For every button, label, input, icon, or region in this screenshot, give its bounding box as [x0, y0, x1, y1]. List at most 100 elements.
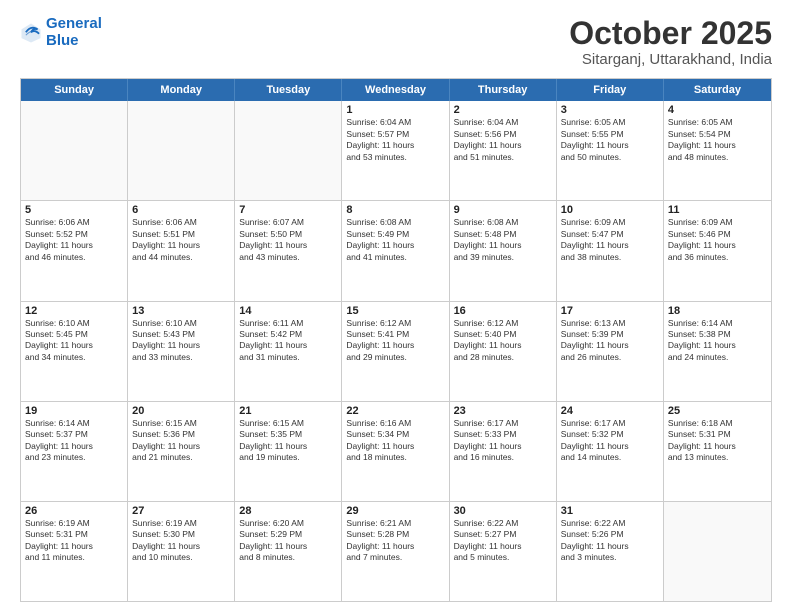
day-info: Sunrise: 6:08 AM Sunset: 5:48 PM Dayligh… [454, 217, 552, 263]
day-number: 28 [239, 505, 337, 517]
week-row-1: 1Sunrise: 6:04 AM Sunset: 5:57 PM Daylig… [21, 101, 771, 201]
day-info: Sunrise: 6:18 AM Sunset: 5:31 PM Dayligh… [668, 418, 767, 464]
day-number: 17 [561, 305, 659, 317]
day-info: Sunrise: 6:16 AM Sunset: 5:34 PM Dayligh… [346, 418, 444, 464]
calendar-body: 1Sunrise: 6:04 AM Sunset: 5:57 PM Daylig… [21, 101, 771, 601]
day-cell-26: 26Sunrise: 6:19 AM Sunset: 5:31 PM Dayli… [21, 502, 128, 601]
day-info: Sunrise: 6:06 AM Sunset: 5:52 PM Dayligh… [25, 217, 123, 263]
calendar: SundayMondayTuesdayWednesdayThursdayFrid… [20, 78, 772, 602]
week-row-3: 12Sunrise: 6:10 AM Sunset: 5:45 PM Dayli… [21, 302, 771, 402]
day-number: 11 [668, 204, 767, 216]
day-number: 16 [454, 305, 552, 317]
day-info: Sunrise: 6:06 AM Sunset: 5:51 PM Dayligh… [132, 217, 230, 263]
month-title: October 2025 [569, 16, 772, 51]
day-info: Sunrise: 6:10 AM Sunset: 5:43 PM Dayligh… [132, 318, 230, 364]
day-cell-14: 14Sunrise: 6:11 AM Sunset: 5:42 PM Dayli… [235, 302, 342, 401]
week-row-4: 19Sunrise: 6:14 AM Sunset: 5:37 PM Dayli… [21, 402, 771, 502]
day-cell-24: 24Sunrise: 6:17 AM Sunset: 5:32 PM Dayli… [557, 402, 664, 501]
day-number: 12 [25, 305, 123, 317]
week-row-5: 26Sunrise: 6:19 AM Sunset: 5:31 PM Dayli… [21, 502, 771, 601]
header: General Blue October 2025 Sitarganj, Utt… [20, 16, 772, 68]
day-info: Sunrise: 6:17 AM Sunset: 5:32 PM Dayligh… [561, 418, 659, 464]
day-info: Sunrise: 6:14 AM Sunset: 5:38 PM Dayligh… [668, 318, 767, 364]
day-info: Sunrise: 6:14 AM Sunset: 5:37 PM Dayligh… [25, 418, 123, 464]
day-cell-11: 11Sunrise: 6:09 AM Sunset: 5:46 PM Dayli… [664, 201, 771, 300]
day-info: Sunrise: 6:05 AM Sunset: 5:54 PM Dayligh… [668, 117, 767, 163]
day-cell-28: 28Sunrise: 6:20 AM Sunset: 5:29 PM Dayli… [235, 502, 342, 601]
day-cell-4: 4Sunrise: 6:05 AM Sunset: 5:54 PM Daylig… [664, 101, 771, 200]
week-row-2: 5Sunrise: 6:06 AM Sunset: 5:52 PM Daylig… [21, 201, 771, 301]
day-cell-6: 6Sunrise: 6:06 AM Sunset: 5:51 PM Daylig… [128, 201, 235, 300]
day-cell-3: 3Sunrise: 6:05 AM Sunset: 5:55 PM Daylig… [557, 101, 664, 200]
day-number: 30 [454, 505, 552, 517]
day-info: Sunrise: 6:15 AM Sunset: 5:35 PM Dayligh… [239, 418, 337, 464]
day-cell-23: 23Sunrise: 6:17 AM Sunset: 5:33 PM Dayli… [450, 402, 557, 501]
day-info: Sunrise: 6:12 AM Sunset: 5:41 PM Dayligh… [346, 318, 444, 364]
day-info: Sunrise: 6:21 AM Sunset: 5:28 PM Dayligh… [346, 518, 444, 564]
location: Sitarganj, Uttarakhand, India [569, 51, 772, 68]
day-number: 15 [346, 305, 444, 317]
day-number: 24 [561, 405, 659, 417]
day-cell-31: 31Sunrise: 6:22 AM Sunset: 5:26 PM Dayli… [557, 502, 664, 601]
day-cell-20: 20Sunrise: 6:15 AM Sunset: 5:36 PM Dayli… [128, 402, 235, 501]
day-info: Sunrise: 6:11 AM Sunset: 5:42 PM Dayligh… [239, 318, 337, 364]
day-number: 4 [668, 104, 767, 116]
day-info: Sunrise: 6:04 AM Sunset: 5:57 PM Dayligh… [346, 117, 444, 163]
empty-cell [21, 101, 128, 200]
day-number: 20 [132, 405, 230, 417]
day-info: Sunrise: 6:20 AM Sunset: 5:29 PM Dayligh… [239, 518, 337, 564]
day-cell-25: 25Sunrise: 6:18 AM Sunset: 5:31 PM Dayli… [664, 402, 771, 501]
day-number: 13 [132, 305, 230, 317]
day-number: 10 [561, 204, 659, 216]
day-cell-13: 13Sunrise: 6:10 AM Sunset: 5:43 PM Dayli… [128, 302, 235, 401]
day-info: Sunrise: 6:17 AM Sunset: 5:33 PM Dayligh… [454, 418, 552, 464]
day-number: 23 [454, 405, 552, 417]
header-day-thursday: Thursday [450, 79, 557, 101]
day-cell-29: 29Sunrise: 6:21 AM Sunset: 5:28 PM Dayli… [342, 502, 449, 601]
day-number: 3 [561, 104, 659, 116]
day-number: 21 [239, 405, 337, 417]
logo-text: General Blue [46, 16, 102, 49]
day-number: 14 [239, 305, 337, 317]
day-info: Sunrise: 6:05 AM Sunset: 5:55 PM Dayligh… [561, 117, 659, 163]
title-block: October 2025 Sitarganj, Uttarakhand, Ind… [569, 16, 772, 68]
day-cell-18: 18Sunrise: 6:14 AM Sunset: 5:38 PM Dayli… [664, 302, 771, 401]
day-cell-21: 21Sunrise: 6:15 AM Sunset: 5:35 PM Dayli… [235, 402, 342, 501]
day-cell-17: 17Sunrise: 6:13 AM Sunset: 5:39 PM Dayli… [557, 302, 664, 401]
header-day-friday: Friday [557, 79, 664, 101]
day-info: Sunrise: 6:13 AM Sunset: 5:39 PM Dayligh… [561, 318, 659, 364]
day-cell-8: 8Sunrise: 6:08 AM Sunset: 5:49 PM Daylig… [342, 201, 449, 300]
empty-cell [664, 502, 771, 601]
day-info: Sunrise: 6:15 AM Sunset: 5:36 PM Dayligh… [132, 418, 230, 464]
empty-cell [128, 101, 235, 200]
day-number: 25 [668, 405, 767, 417]
day-cell-9: 9Sunrise: 6:08 AM Sunset: 5:48 PM Daylig… [450, 201, 557, 300]
day-number: 18 [668, 305, 767, 317]
day-number: 1 [346, 104, 444, 116]
day-info: Sunrise: 6:09 AM Sunset: 5:46 PM Dayligh… [668, 217, 767, 263]
calendar-header: SundayMondayTuesdayWednesdayThursdayFrid… [21, 79, 771, 101]
day-number: 26 [25, 505, 123, 517]
day-cell-2: 2Sunrise: 6:04 AM Sunset: 5:56 PM Daylig… [450, 101, 557, 200]
day-cell-15: 15Sunrise: 6:12 AM Sunset: 5:41 PM Dayli… [342, 302, 449, 401]
day-info: Sunrise: 6:08 AM Sunset: 5:49 PM Dayligh… [346, 217, 444, 263]
day-number: 6 [132, 204, 230, 216]
day-number: 22 [346, 405, 444, 417]
day-info: Sunrise: 6:07 AM Sunset: 5:50 PM Dayligh… [239, 217, 337, 263]
day-cell-10: 10Sunrise: 6:09 AM Sunset: 5:47 PM Dayli… [557, 201, 664, 300]
page: General Blue October 2025 Sitarganj, Utt… [0, 0, 792, 612]
day-number: 9 [454, 204, 552, 216]
header-day-tuesday: Tuesday [235, 79, 342, 101]
header-day-wednesday: Wednesday [342, 79, 449, 101]
day-number: 2 [454, 104, 552, 116]
logo: General Blue [20, 16, 102, 49]
day-info: Sunrise: 6:10 AM Sunset: 5:45 PM Dayligh… [25, 318, 123, 364]
day-info: Sunrise: 6:22 AM Sunset: 5:26 PM Dayligh… [561, 518, 659, 564]
empty-cell [235, 101, 342, 200]
day-info: Sunrise: 6:19 AM Sunset: 5:31 PM Dayligh… [25, 518, 123, 564]
day-info: Sunrise: 6:22 AM Sunset: 5:27 PM Dayligh… [454, 518, 552, 564]
header-day-monday: Monday [128, 79, 235, 101]
day-info: Sunrise: 6:12 AM Sunset: 5:40 PM Dayligh… [454, 318, 552, 364]
day-cell-7: 7Sunrise: 6:07 AM Sunset: 5:50 PM Daylig… [235, 201, 342, 300]
day-cell-12: 12Sunrise: 6:10 AM Sunset: 5:45 PM Dayli… [21, 302, 128, 401]
